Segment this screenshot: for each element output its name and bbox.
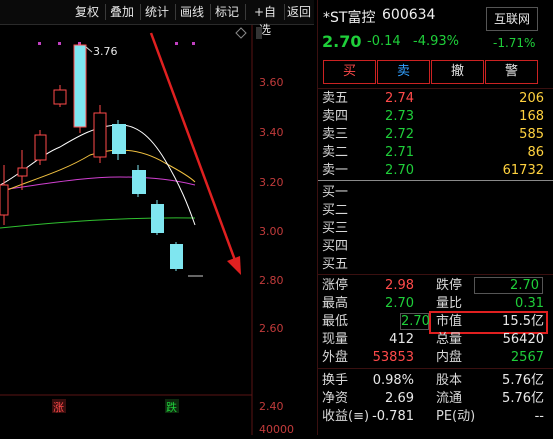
- ask-row-1[interactable]: 卖一 2.70 61732: [322, 162, 544, 179]
- stats-row-nav: 净资 2.69 流通 5.76亿: [322, 391, 544, 406]
- ask-row-2[interactable]: 卖二 2.71 86: [322, 144, 544, 161]
- rise-marker: 涨: [53, 401, 64, 414]
- low-value: 2.70: [400, 313, 430, 330]
- ma20-line: [0, 176, 196, 191]
- candle-up: [53, 89, 67, 105]
- candles: [0, 43, 203, 277]
- candle-up: [34, 134, 47, 161]
- bid-row-2[interactable]: 买二: [322, 202, 544, 219]
- bid-row-1[interactable]: 买一: [322, 184, 544, 201]
- candle-up: [0, 184, 9, 216]
- annotation-arrow: [149, 32, 241, 275]
- last-price: 2.70: [322, 32, 362, 51]
- candle-up: [17, 167, 28, 177]
- volume-axis-label: 40000: [259, 423, 294, 436]
- toolbar-draw-button[interactable]: 画线: [178, 3, 206, 21]
- buy-button[interactable]: 买: [323, 60, 376, 84]
- candle-down: [132, 170, 146, 194]
- signal-dot: [58, 42, 61, 45]
- stock-code: 600634: [382, 7, 436, 23]
- ask-row-5[interactable]: 卖五 2.74 206: [322, 90, 544, 107]
- toolbar-mark-button[interactable]: 标记: [213, 3, 241, 21]
- price-change-pct: -4.93%: [413, 34, 459, 49]
- toolbar-overlay-button[interactable]: 叠加: [108, 3, 136, 21]
- cancel-order-button[interactable]: 撤: [431, 60, 484, 84]
- ma60-line: [0, 217, 196, 229]
- high-price-label: 3.76: [93, 45, 118, 58]
- price-change: -0.14: [367, 34, 401, 49]
- kline-chart[interactable]: 3.60 3.40 3.20 3.00 2.80 2.60 2.40 3.76 …: [0, 25, 314, 436]
- ask-row-4[interactable]: 卖四 2.73 168: [322, 108, 544, 125]
- quote-panel: *ST富控 600634 互联网 2.70 -0.14 -4.93% -1.71…: [316, 0, 553, 435]
- signal-dot: [38, 42, 41, 45]
- limit-down-value: 2.70: [474, 277, 543, 294]
- y-tick: 3.60: [259, 76, 284, 89]
- sector-button[interactable]: 互联网: [486, 7, 538, 31]
- sector-change-pct: -1.71%: [493, 36, 536, 50]
- signal-dot: [192, 42, 195, 45]
- y-tick: 2.60: [259, 322, 284, 335]
- stock-name: *ST富控: [323, 10, 376, 26]
- bid-row-5[interactable]: 买五: [322, 256, 544, 273]
- toolbar-fuquan-button[interactable]: 复权: [73, 3, 101, 21]
- stats-row-turnover: 换手 0.98% 股本 5.76亿: [322, 373, 544, 388]
- ask-row-3[interactable]: 卖三 2.72 585: [322, 126, 544, 143]
- stats-row-outer-inner: 外盘 53853 内盘 2567: [322, 350, 544, 365]
- y-tick: 3.00: [259, 225, 284, 238]
- sell-button[interactable]: 卖: [377, 60, 430, 84]
- scroll-handle: [256, 27, 262, 39]
- bid-row-3[interactable]: 买三: [322, 220, 544, 237]
- candle-big: [73, 44, 87, 128]
- candle-down: [170, 244, 183, 269]
- stats-row-high: 最高 2.70 量比 0.31: [322, 296, 544, 311]
- candle-up: [93, 112, 107, 158]
- y-tick: 2.80: [259, 274, 284, 287]
- y-tick: 3.20: [259, 176, 284, 189]
- stats-row-eps: 收益(≡) -0.781 PE(动) --: [322, 409, 544, 424]
- chart-toolbar: 复权 叠加 统计 画线 标记 +自选 返回: [0, 0, 314, 37]
- y-tick: 2.40: [259, 400, 284, 413]
- y-tick: 3.40: [259, 126, 284, 139]
- stats-row-limit: 涨停 2.98 跌停 2.70: [322, 277, 544, 294]
- candle-down: [151, 204, 164, 233]
- bid-row-4[interactable]: 买四: [322, 238, 544, 255]
- signal-dot: [175, 42, 178, 45]
- toolbar-add-watchlist-button[interactable]: +自选: [248, 3, 282, 37]
- candle-down: [112, 124, 126, 154]
- stats-row-vol: 现量 412 总量 56420: [322, 332, 544, 347]
- toolbar-back-button[interactable]: 返回: [286, 3, 312, 21]
- diamond-icon: [235, 27, 247, 39]
- fall-marker: 跌: [166, 401, 177, 414]
- alert-button[interactable]: 警: [485, 60, 538, 84]
- toolbar-stats-button[interactable]: 统计: [143, 3, 171, 21]
